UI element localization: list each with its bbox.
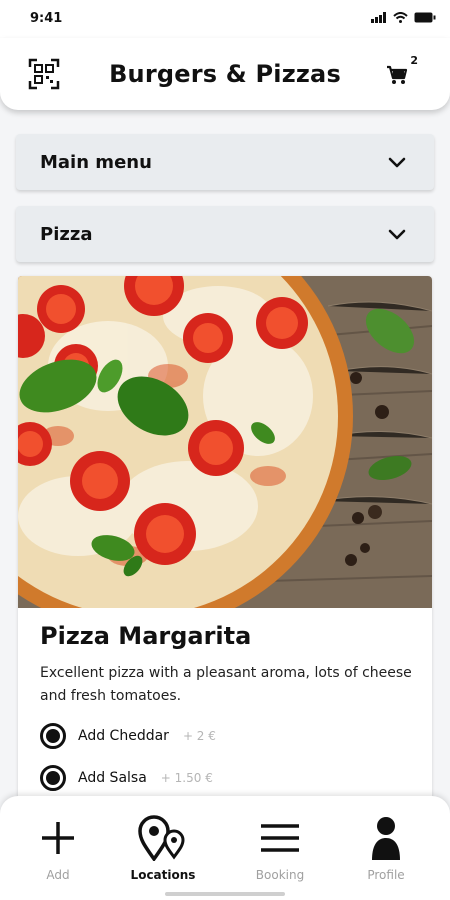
home-indicator [165, 892, 285, 896]
battery-icon [414, 12, 436, 23]
option-add-salsa[interactable]: Add Salsa + 1.50 € [40, 762, 213, 794]
tab-profile[interactable]: Profile [341, 814, 431, 882]
main-menu-dropdown[interactable]: Main menu [16, 134, 434, 190]
chevron-down-icon [388, 229, 406, 239]
tab-label: Profile [367, 868, 405, 882]
category-label: Pizza [40, 223, 93, 245]
cart-button[interactable]: 2 [386, 54, 418, 90]
radio-button[interactable] [40, 723, 66, 749]
wifi-icon [393, 12, 408, 23]
status-time: 9:41 [30, 11, 63, 26]
main-menu-label: Main menu [40, 151, 152, 173]
category-dropdown[interactable]: Pizza [16, 206, 434, 262]
cart-count-badge: 2 [410, 54, 418, 67]
map-pin-icon [138, 815, 185, 861]
product-card: Pizza Margarita Excellent pizza with a p… [18, 276, 432, 836]
menu-icon [261, 824, 299, 852]
option-label: Add Salsa [78, 770, 147, 786]
cart-icon [387, 65, 408, 84]
product-description: Excellent pizza with a pleasant aroma, l… [40, 665, 412, 704]
chevron-down-icon [388, 157, 406, 167]
tab-label: Booking [255, 868, 305, 882]
radio-selected-dot [46, 771, 60, 785]
page-title: Burgers & Pizzas [109, 60, 341, 88]
radio-selected-dot [46, 729, 60, 743]
person-icon [372, 817, 400, 860]
tab-label: Add [46, 868, 70, 882]
app-header: Burgers & Pizzas 2 [0, 38, 450, 110]
option-label: Add Cheddar [78, 728, 169, 744]
radio-button[interactable] [40, 765, 66, 791]
option-price: + 1.50 € [160, 771, 213, 785]
option-add-cheddar[interactable]: Add Cheddar + 2 € [40, 720, 216, 752]
pizza-photo [18, 276, 432, 608]
signal-icon [371, 12, 386, 23]
tab-booking[interactable]: Booking [235, 814, 325, 882]
tab-add[interactable]: Add [13, 814, 103, 882]
bottom-tab-bar: Add Locations Booking Profile [0, 796, 450, 900]
option-price: + 2 € [182, 729, 216, 743]
status-icons [371, 12, 436, 23]
tab-label: Locations [130, 868, 196, 882]
tab-locations[interactable]: Locations [118, 814, 208, 882]
product-name: Pizza Margarita [40, 622, 252, 650]
plus-icon [42, 822, 74, 854]
status-bar: 9:41 [0, 0, 450, 38]
